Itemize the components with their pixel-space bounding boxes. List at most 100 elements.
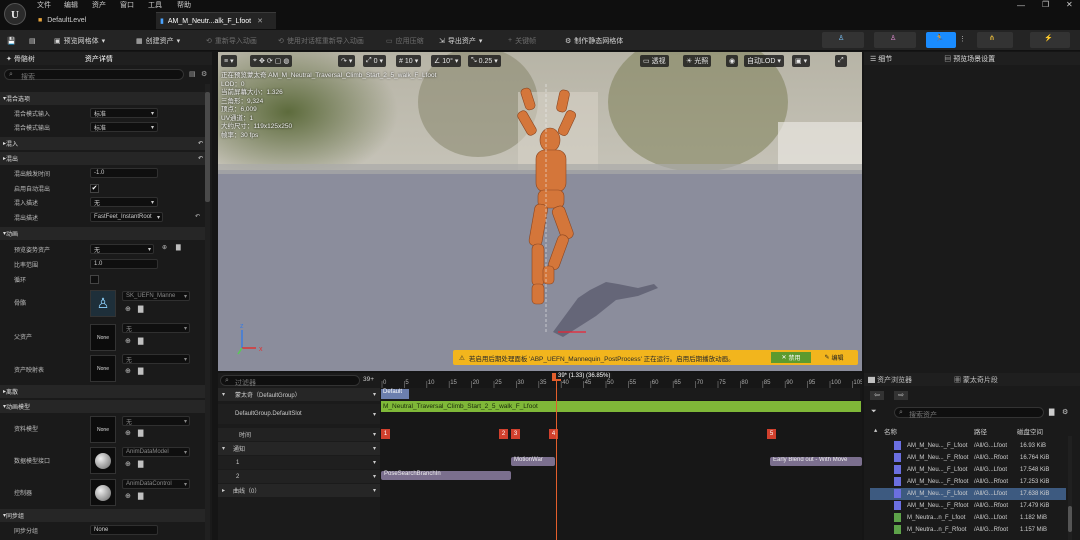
col-size[interactable]: 磁盘空间 bbox=[1017, 426, 1043, 436]
view-options-icon[interactable]: ▤ bbox=[189, 70, 196, 78]
use-selected-icon[interactable]: ⊕ bbox=[125, 305, 131, 313]
blend-out-desc-select[interactable]: FastFeet_InstantRoot ▾ bbox=[90, 212, 163, 222]
notify-row[interactable]: ▾ 通知 ▾ bbox=[218, 442, 380, 455]
time-marker[interactable]: 2 bbox=[499, 429, 508, 439]
loop-checkbox[interactable] bbox=[90, 275, 99, 284]
edit-postprocess-button[interactable]: ✎ 编辑 bbox=[815, 352, 853, 363]
frame-counter[interactable]: 39+ bbox=[363, 376, 374, 383]
settings-gear-icon[interactable]: ⚙ bbox=[201, 70, 207, 78]
montage-group-row[interactable]: ▾ 蒙太奇（DefaultGroup） ▾ bbox=[218, 388, 380, 401]
blend-in-desc-select[interactable]: 无 ▾ bbox=[90, 197, 158, 207]
maximize-icon[interactable]: ❐ bbox=[1042, 0, 1049, 9]
preview-pose-select[interactable]: 无 ▾ bbox=[90, 244, 154, 254]
asset-row[interactable]: AM_M_Neu..._F_Lfoot/All/G...Lfoot 16.93 K… bbox=[870, 440, 1066, 452]
snap-surface-button[interactable]: ↷ ▾ bbox=[338, 55, 356, 67]
use-selected-icon[interactable]: ⊕ bbox=[125, 337, 131, 345]
blend-in-mode-select[interactable]: 标准 ▾ bbox=[90, 108, 158, 118]
rate-scale-input[interactable]: 1.0 bbox=[90, 259, 158, 269]
slot-row[interactable]: DefaultGroup.DefaultSlot ▾ bbox=[218, 404, 380, 424]
settings-gear-icon[interactable]: ⚙ bbox=[1062, 408, 1068, 416]
scale-icon[interactable]: ▢ bbox=[275, 57, 282, 65]
section-notify[interactable]: ▸ 离散 bbox=[0, 385, 205, 398]
menu-tools[interactable]: 工具 bbox=[148, 0, 162, 9]
physics-mode-button[interactable]: ⚡ bbox=[1030, 32, 1070, 48]
montage-sections-tab[interactable]: ▦ 蒙太奇片段 bbox=[954, 375, 998, 385]
col-name[interactable]: 名称 bbox=[884, 426, 897, 436]
section-default[interactable]: Default bbox=[381, 389, 409, 399]
section-anim[interactable]: ▾ 动画 bbox=[0, 227, 205, 240]
browse-button[interactable]: ▤ bbox=[29, 30, 36, 51]
asset-map-select[interactable]: 无 ▾ bbox=[122, 354, 190, 364]
track-area[interactable]: 0 5 10 15 20 25 30 35 40 45 50 55 60 65 70 75 80 85 90 95 10… bbox=[380, 373, 862, 540]
notify-track-2[interactable]: 2 ▾ bbox=[218, 470, 380, 483]
asset-row[interactable]: AM_M_Neu..._F_Lfoot/All/G...Lfoot 17.548 … bbox=[870, 464, 1066, 476]
menu-edit[interactable]: 编辑 bbox=[64, 0, 78, 9]
add-key-button[interactable]: + 关键帧 bbox=[508, 30, 536, 51]
show-flags-button[interactable]: ◉ bbox=[726, 55, 739, 67]
preview-scene-tab[interactable]: ▤ 预览场景设置 bbox=[944, 54, 995, 64]
section-blend-in[interactable]: ▸ 混入 ↶ bbox=[0, 137, 205, 150]
section-blend-out[interactable]: ▸ 混出 ↶ bbox=[0, 152, 205, 165]
reimport-dialog-button[interactable]: ⟲ 使用对话框重新导入动画 bbox=[278, 30, 364, 51]
asset-details-tab[interactable]: 资产详情 bbox=[85, 54, 113, 64]
disable-postprocess-button[interactable]: ✕ 禁用 bbox=[771, 352, 811, 363]
filter-icon[interactable]: ⏷ bbox=[871, 408, 877, 416]
notify-track-1[interactable]: 1 ▾ bbox=[218, 456, 380, 469]
asset-scrollbar[interactable] bbox=[1068, 436, 1072, 540]
curves-row[interactable]: ▸ 曲线（0） ▾ bbox=[218, 484, 380, 497]
perspective-button[interactable]: ▭ 透视 bbox=[640, 55, 669, 67]
export-asset-button[interactable]: ⇲ 导出资产 ▾ bbox=[439, 30, 482, 51]
coord-icon[interactable]: ◍ bbox=[283, 57, 289, 65]
asset-data-thumbnail[interactable]: None bbox=[90, 416, 116, 443]
data-model-select[interactable]: AnimDataModel ▾ bbox=[122, 447, 190, 457]
notify-early-blend-out[interactable]: Early Blend out - With Move bbox=[770, 457, 862, 466]
notify-pose-search-branch[interactable]: PoseSearchBranchIn bbox=[381, 471, 511, 480]
browse-folder-icon[interactable]: ▇ bbox=[138, 460, 143, 468]
browse-folder-icon[interactable]: ▇ bbox=[138, 492, 143, 500]
maximize-viewport-button[interactable]: ⤢ bbox=[835, 55, 847, 67]
data-model-thumbnail[interactable] bbox=[90, 447, 116, 474]
asset-row[interactable]: M_Neutra...n_F_Lfoot/All/G...Lfoot 1.182 … bbox=[870, 512, 1066, 524]
close-icon[interactable]: ✕ bbox=[257, 17, 263, 25]
time-marker[interactable]: 3 bbox=[511, 429, 520, 439]
rotate-icon[interactable]: ⟳ bbox=[267, 57, 273, 65]
asset-row[interactable]: AM_M_Neu..._F_Rfoot/All/G...Rfoot 17.253 … bbox=[870, 476, 1066, 488]
controller-select[interactable]: AnimDataControl ▾ bbox=[122, 479, 190, 489]
timeline-filter-input[interactable]: ⌕ 过滤器 bbox=[220, 375, 360, 387]
skeleton-mode-button[interactable]: ♙ bbox=[822, 32, 864, 48]
use-selected-icon[interactable]: ⊕ bbox=[125, 492, 131, 500]
rotation-snap-button[interactable]: ∠ 10° ▾ bbox=[431, 55, 462, 67]
parent-asset-thumbnail[interactable]: None bbox=[90, 324, 116, 351]
lod-select[interactable]: 自动LOD ▾ bbox=[744, 55, 784, 67]
forward-button[interactable]: ⇨ bbox=[894, 391, 908, 400]
use-selected-icon[interactable]: ⊕ bbox=[125, 367, 131, 375]
auto-blend-out-checkbox[interactable]: ✔ bbox=[90, 184, 99, 193]
screenshot-button[interactable]: ▣ ▾ bbox=[792, 55, 811, 67]
folder-icon[interactable]: ▇ bbox=[1049, 408, 1054, 416]
browse-folder-icon[interactable]: ▇ bbox=[138, 305, 143, 313]
create-asset-button[interactable]: ▦ 创建资产 ▾ bbox=[136, 30, 180, 51]
browse-folder-icon[interactable]: ▇ bbox=[176, 244, 181, 251]
browse-folder-icon[interactable]: ▇ bbox=[138, 337, 143, 345]
section-sync-group[interactable]: ▾ 同步组 bbox=[0, 509, 205, 522]
lit-mode-button[interactable]: ☀ 光照 bbox=[683, 55, 712, 67]
time-marker[interactable]: 1 bbox=[381, 429, 390, 439]
menu-window[interactable]: 窗口 bbox=[120, 0, 134, 9]
tab-default-level[interactable]: ■ DefaultLevel bbox=[34, 12, 144, 29]
browse-folder-icon[interactable]: ▇ bbox=[138, 429, 143, 437]
asset-data-select[interactable]: 无 ▾ bbox=[122, 416, 190, 426]
reset-icon[interactable]: ↶ bbox=[198, 155, 203, 162]
left-scrollbar-thumb[interactable] bbox=[205, 92, 210, 202]
use-selected-icon[interactable]: ⊕ bbox=[162, 244, 167, 251]
section-anim-model[interactable]: ▾ 动画模型 bbox=[0, 400, 205, 413]
skeleton-tree-tab[interactable]: ✦ 骨骼树 bbox=[6, 54, 35, 64]
reset-icon[interactable]: ↶ bbox=[198, 140, 203, 147]
mode-menu-icon[interactable]: ⋮ bbox=[959, 35, 966, 43]
make-static-mesh-button[interactable]: ⚙ 制作静态网格体 bbox=[565, 30, 623, 51]
preview-mesh-button[interactable]: ▣ 预览网格体 ▾ bbox=[54, 30, 105, 51]
time-ruler[interactable]: 0 5 10 15 20 25 30 35 40 45 50 55 60 65 70 75 80 85 90 95 10… bbox=[380, 373, 862, 388]
back-button[interactable]: ⇦ bbox=[870, 391, 884, 400]
asset-row[interactable]: AM_M_Neu..._F_Rfoot/All/G...Rfoot 16.764 … bbox=[870, 452, 1066, 464]
asset-row[interactable]: AM_M_Neu..._F_Rfoot/All/G...Rfoot 17.479 … bbox=[870, 500, 1066, 512]
sync-group-input[interactable]: None bbox=[90, 525, 158, 535]
